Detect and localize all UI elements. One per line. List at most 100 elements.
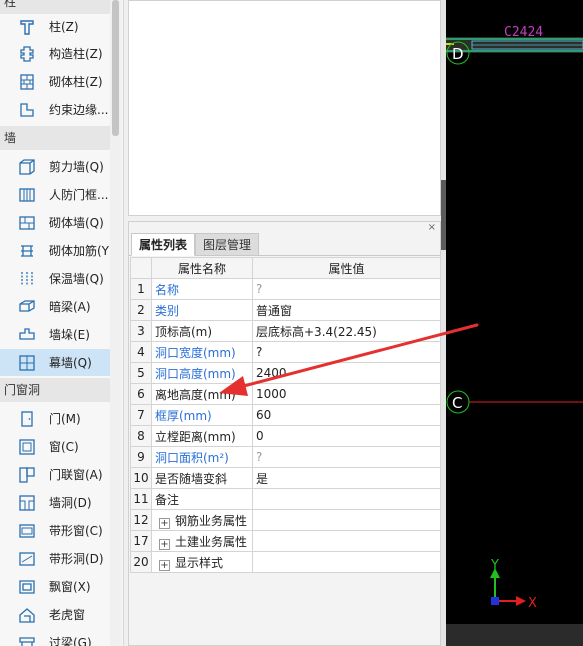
close-icon[interactable]: × [428, 222, 436, 233]
sidebar-item-label: 带形洞(D) [49, 552, 104, 566]
property-value[interactable]: 是 [252, 467, 441, 489]
property-group-label: 土建业务属性 [175, 534, 248, 549]
row-number: 11 [130, 488, 152, 510]
sidebar-item-strip-opening[interactable]: 带形洞(D) [0, 545, 110, 572]
sidebar-item-label: 窗(C) [49, 440, 79, 454]
sidebar-item-masonry-column[interactable]: 砌体柱(Z) [0, 68, 110, 95]
row-number: 8 [130, 425, 152, 447]
group-header-column[interactable]: 柱 [0, 0, 110, 14]
row-number: 3 [130, 320, 152, 342]
structural-column-icon [20, 45, 34, 62]
expand-icon[interactable]: + [159, 538, 170, 550]
row-number: 4 [130, 341, 152, 363]
sidebar-item-label: 老虎窗 [49, 608, 86, 622]
table-row[interactable]: 5 洞口高度(mm) 2400 [130, 362, 441, 384]
property-value[interactable]: 普通窗 [252, 299, 441, 321]
table-row[interactable]: 2 类别 普通窗 [130, 299, 441, 321]
sidebar-item-edge-member[interactable]: 约束边缘... [0, 96, 110, 123]
header-property-value: 属性值 [252, 257, 441, 279]
sidebar-item-strip-window[interactable]: 带形窗(C) [0, 517, 110, 544]
row-number: 1 [130, 278, 152, 300]
sidebar-item-lintel[interactable]: 过梁(G) [0, 629, 110, 646]
expand-icon[interactable]: + [159, 559, 170, 571]
wall-pier-icon [19, 327, 35, 340]
property-value[interactable]: ? [252, 278, 441, 300]
property-value[interactable]: 0 [252, 425, 441, 447]
table-row[interactable]: 8 立樘距离(mm) 0 [130, 425, 441, 447]
sidebar-item-shear-wall[interactable]: 剪力墙(Q) [0, 153, 110, 180]
property-group[interactable]: + 钢筋业务属性 [151, 509, 253, 531]
sidebar-item-door-window[interactable]: 门联窗(A) [0, 461, 110, 488]
sidebar-item-door[interactable]: 门(M) [0, 405, 110, 432]
row-number: 6 [130, 383, 152, 405]
sidebar-item-bay-window[interactable]: 飘窗(X) [0, 573, 110, 600]
property-value [252, 530, 441, 552]
cad-viewport[interactable]: C2424 D C Y X [446, 0, 583, 646]
group-header-door-window[interactable]: 门窗洞 [0, 378, 110, 402]
group-header-wall[interactable]: 墙 [0, 126, 110, 150]
ucs-x-arrow-icon [516, 596, 526, 606]
sidebar-item-structural-column[interactable]: 构造柱(Z) [0, 40, 110, 67]
property-table: 属性名称 属性值 1 名称 ? 2 类别 普通窗 3 顶标高(m) 层底标高+3… [130, 257, 441, 573]
sidebar-scrollbar[interactable] [110, 0, 122, 646]
table-row[interactable]: 4 洞口宽度(mm) ? [130, 341, 441, 363]
sidebar-item-curtain-wall[interactable]: 幕墙(Q) [0, 349, 110, 376]
sidebar-item-label: 过梁(G) [49, 636, 92, 646]
table-row[interactable]: 17 + 土建业务属性 [130, 530, 441, 552]
sidebar-item-label: 砌体柱(Z) [49, 75, 103, 89]
property-value[interactable]: 60 [252, 404, 441, 426]
tab-property-list[interactable]: 属性列表 [131, 233, 196, 256]
bay-window-icon [19, 579, 35, 594]
table-row[interactable]: 3 顶标高(m) 层底标高+3.4(22.45) [130, 320, 441, 342]
property-value[interactable]: 1000 [252, 383, 441, 405]
sidebar-item-masonry-wall[interactable]: 砌体墙(Q) [0, 209, 110, 236]
sidebar-item-insulation-wall[interactable]: 保温墙(Q) [0, 265, 110, 292]
table-row[interactable]: 12 + 钢筋业务属性 [130, 509, 441, 531]
sidebar-item-wall-opening[interactable]: 墙洞(D) [0, 489, 110, 516]
table-header-row: 属性名称 属性值 [130, 257, 441, 279]
sidebar-scrollbar-thumb[interactable] [112, 0, 119, 136]
table-row[interactable]: 1 名称 ? [130, 278, 441, 300]
masonry-rebar-icon [21, 244, 33, 257]
property-name: 类别 [151, 299, 253, 321]
sidebar-item-civil-defense-door[interactable]: 人防门框... [0, 181, 110, 208]
masonry-column-icon [20, 73, 34, 90]
property-value[interactable] [252, 488, 441, 510]
row-number: 12 [130, 509, 152, 531]
sidebar-item-label: 柱(Z) [49, 20, 79, 34]
dormer-window-icon [19, 607, 35, 623]
table-row[interactable]: 10 是否随墙变斜 是 [130, 467, 441, 489]
edge-member-icon [20, 102, 34, 117]
masonry-wall-icon [19, 215, 35, 230]
sidebar-item-column[interactable]: 柱(Z) [0, 13, 110, 40]
sidebar-item-dormer-window[interactable]: 老虎窗 [0, 601, 110, 628]
table-row[interactable]: 11 备注 [130, 488, 441, 510]
property-value[interactable]: ? [252, 341, 441, 363]
property-group[interactable]: + 显示样式 [151, 551, 253, 573]
row-number: 2 [130, 299, 152, 321]
table-row[interactable]: 20 + 显示样式 [130, 551, 441, 573]
table-row[interactable]: 6 离地高度(mm) 1000 [130, 383, 441, 405]
property-value[interactable]: 层底标高+3.4(22.45) [252, 320, 441, 342]
sidebar-item-label: 剪力墙(Q) [49, 160, 104, 174]
property-group[interactable]: + 土建业务属性 [151, 530, 253, 552]
curtain-wall-icon [19, 354, 35, 371]
tab-layer-management[interactable]: 图层管理 [195, 233, 260, 256]
shear-wall-icon [19, 158, 35, 175]
expand-icon[interactable]: + [159, 517, 170, 529]
cad-drawing: C2424 D C Y X [446, 25, 583, 611]
sidebar-item-wall-pier[interactable]: 墙垛(E) [0, 321, 110, 348]
property-value[interactable]: 2400 [252, 362, 441, 384]
property-value[interactable]: ? [252, 446, 441, 468]
table-row[interactable]: 7 框厚(mm) 60 [130, 404, 441, 426]
row-number: 17 [130, 530, 152, 552]
component-preview [128, 0, 441, 216]
sidebar-item-hidden-beam[interactable]: 暗梁(A) [0, 293, 110, 320]
sidebar-item-window[interactable]: 窗(C) [0, 433, 110, 460]
property-name: 是否随墙变斜 [151, 467, 253, 489]
sidebar-item-masonry-rebar[interactable]: 砌体加筋(Y [0, 237, 110, 264]
table-row[interactable]: 9 洞口面积(m²) ? [130, 446, 441, 468]
property-name: 洞口面积(m²) [151, 446, 253, 468]
strip-opening-icon [19, 551, 35, 566]
sidebar-item-label: 门联窗(A) [49, 468, 103, 482]
